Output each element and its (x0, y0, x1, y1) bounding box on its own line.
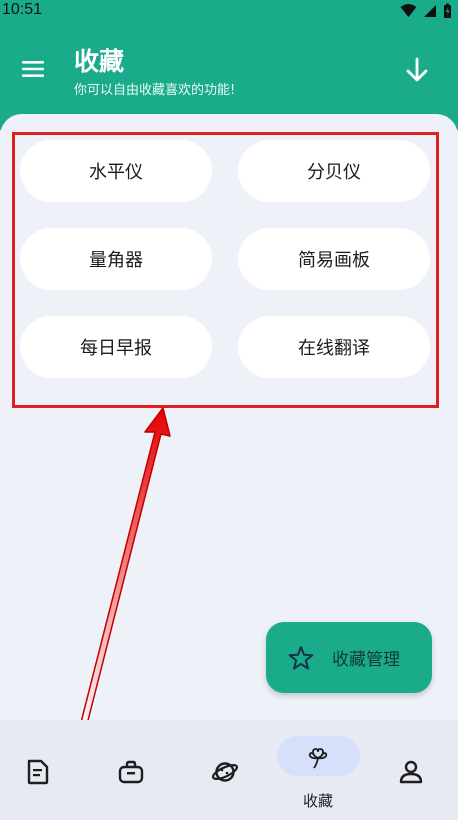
document-icon (27, 759, 49, 785)
planet-icon (211, 762, 239, 782)
nav-label-favorites: 收藏 (302, 792, 333, 810)
user-icon (399, 760, 423, 784)
annotation-arrow (76, 407, 171, 741)
nav-item-documents[interactable] (0, 720, 83, 820)
star-icon (288, 645, 314, 670)
favorites-manage-button[interactable]: 收藏管理 (266, 622, 432, 693)
toolbox-icon (118, 760, 144, 784)
fab-label: 收藏管理 (332, 650, 400, 670)
clover-icon (308, 748, 328, 769)
nav-item-toolbox[interactable] (86, 720, 176, 820)
nav-item-explore[interactable] (180, 720, 270, 820)
nav-item-profile[interactable] (366, 720, 456, 820)
